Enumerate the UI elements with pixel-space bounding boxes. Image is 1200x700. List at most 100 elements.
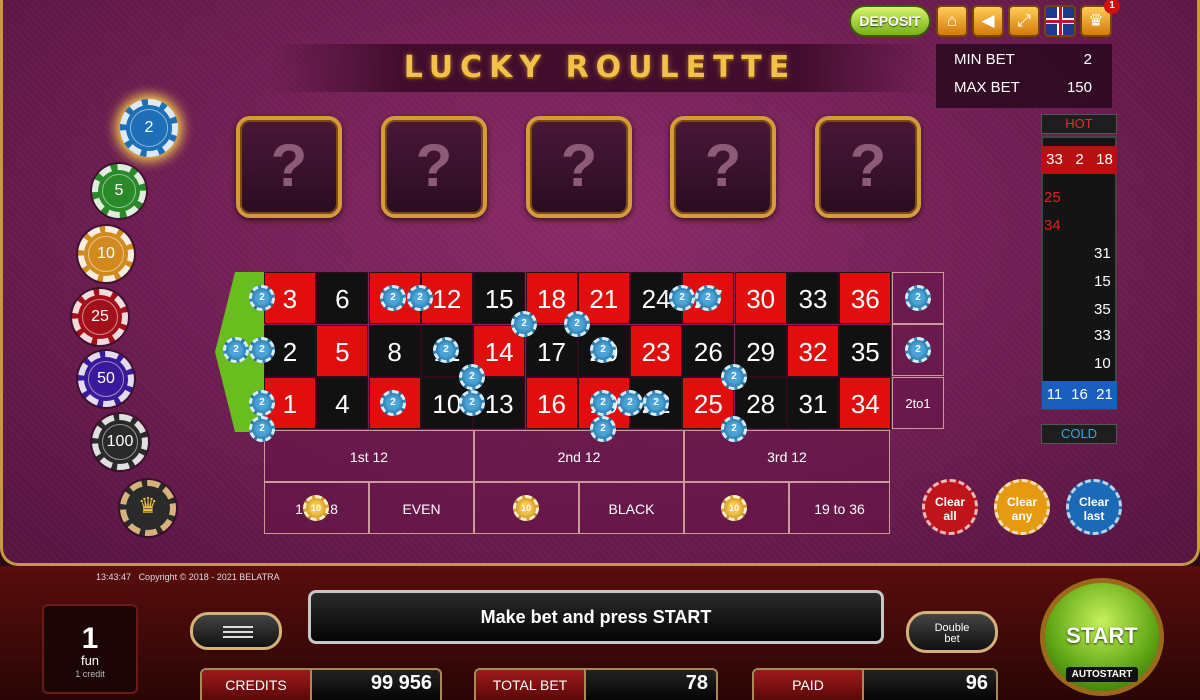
placed-chip: 2 <box>669 285 695 311</box>
cold-number: 21 <box>1092 381 1117 409</box>
deposit-button[interactable]: DEPOSIT <box>849 5 931 37</box>
number-cell-5[interactable]: 5 <box>316 324 369 377</box>
dozen-3rd[interactable]: 3rd 12 <box>684 430 890 482</box>
chip-50[interactable]: 50 <box>78 351 134 407</box>
max-bet-value: 150 <box>1066 79 1092 96</box>
mystery-box: ? <box>670 116 776 218</box>
clock: 13:43:47 <box>96 572 132 582</box>
placed-chip: 2 <box>721 364 747 390</box>
credit-mode: fun <box>80 653 100 668</box>
bet-even[interactable]: EVEN <box>369 482 474 534</box>
placed-chip: 2 <box>590 416 616 442</box>
placed-chip: 10 <box>513 495 539 521</box>
cold-number: 16 <box>1067 381 1092 409</box>
denomination-box[interactable]: 1 fun 1 credit <box>42 604 138 694</box>
mystery-box: ? <box>236 116 342 218</box>
bet-limits: MIN BET 2 MAX BET 150 <box>936 44 1112 108</box>
placed-chip: 2 <box>223 337 249 363</box>
bet-black[interactable]: BLACK <box>579 482 684 534</box>
placed-chip: 2 <box>695 285 721 311</box>
clear-any-button[interactable]: Clear any <box>994 479 1050 535</box>
placed-chip: 2 <box>380 390 406 416</box>
number-cell-35[interactable]: 35 <box>839 324 892 377</box>
number-cell-31[interactable]: 31 <box>787 377 839 430</box>
number-cell-30[interactable]: 30 <box>734 272 787 324</box>
home-icon[interactable]: ⌂ <box>936 5 968 37</box>
placed-chip: 2 <box>564 311 590 337</box>
chip-2[interactable]: 2 <box>120 99 178 157</box>
number-cell-23[interactable]: 23 <box>630 324 683 377</box>
chip-25[interactable]: 25 <box>72 289 128 345</box>
number-cell-32[interactable]: 32 <box>787 324 839 377</box>
footer-info: 13:43:47 Copyright © 2018 - 2021 BELATRA <box>96 572 280 582</box>
number-cell-16[interactable]: 16 <box>525 377 578 430</box>
placed-chip: 2 <box>407 285 433 311</box>
number-cell-6[interactable]: 6 <box>316 272 369 324</box>
game-title: LUCKY ROULETTE <box>403 50 797 85</box>
min-bet-label: MIN BET <box>954 51 1015 68</box>
column-bet-bottom[interactable]: 2to1 <box>892 377 944 429</box>
placed-chip: 2 <box>721 416 747 442</box>
mystery-box: ? <box>815 116 921 218</box>
dozen-1st[interactable]: 1st 12 <box>264 430 474 482</box>
number-cell-8[interactable]: 8 <box>368 324 421 377</box>
start-button[interactable]: START AUTOSTART <box>1040 578 1164 696</box>
total-bet-value: 78 <box>685 672 708 694</box>
placed-chip: 2 <box>590 390 616 416</box>
placed-chip: 2 <box>459 390 485 416</box>
clear-all-button[interactable]: Clear all <box>922 479 978 535</box>
dozen-2nd[interactable]: 2nd 12 <box>474 430 684 482</box>
placed-chip: 2 <box>590 337 616 363</box>
number-cell-36[interactable]: 36 <box>839 272 892 324</box>
placed-chip: 2 <box>380 285 406 311</box>
status-message: Make bet and press START <box>308 590 884 644</box>
placed-chip: 2 <box>249 285 275 311</box>
sound-icon[interactable]: ◀ <box>972 5 1004 37</box>
hot-number: 2 <box>1067 146 1092 174</box>
hot-label: HOT <box>1041 114 1117 134</box>
number-cell-33[interactable]: 33 <box>787 272 839 324</box>
credit-note: 1 credit <box>75 669 105 679</box>
history-number: 33 <box>1094 327 1111 344</box>
mystery-box: ? <box>381 116 487 218</box>
placed-chip: 2 <box>511 311 537 337</box>
uk-flag-icon[interactable] <box>1044 5 1076 37</box>
number-cell-4[interactable]: 4 <box>316 377 369 430</box>
paid-meter: PAID 96 <box>752 668 998 700</box>
history-number: 35 <box>1094 301 1111 318</box>
placed-chip: 2 <box>249 416 275 442</box>
menu-button[interactable] <box>190 612 282 650</box>
mystery-box: ? <box>526 116 632 218</box>
history-number: 15 <box>1094 273 1111 290</box>
crown-chip-icon[interactable]: ♛ <box>120 480 176 536</box>
credits-value: 99 956 <box>370 672 432 694</box>
number-cell-34[interactable]: 34 <box>839 377 892 430</box>
hot-number: 33 <box>1042 146 1067 174</box>
credits-meter: CREDITS 99 956 <box>200 668 442 700</box>
clear-last-button[interactable]: Clear last <box>1066 479 1122 535</box>
cold-label: COLD <box>1041 424 1117 444</box>
history-number: 34 <box>1044 217 1061 234</box>
placed-chip: 10 <box>303 495 329 521</box>
placed-chip: 2 <box>433 337 459 363</box>
copyright: Copyright © 2018 - 2021 BELATRA <box>138 572 280 582</box>
history-number: 10 <box>1094 355 1111 372</box>
total-bet-meter: TOTAL BET 78 <box>474 668 718 700</box>
placed-chip: 2 <box>643 390 669 416</box>
placed-chip: 2 <box>249 337 275 363</box>
hot-number: 18 <box>1092 146 1117 174</box>
min-bet-value: 2 <box>1083 51 1092 68</box>
bet-19-to-36[interactable]: 19 to 36 <box>789 482 890 534</box>
chip-100[interactable]: 100 <box>92 414 148 470</box>
credit-value: 1 <box>81 622 99 655</box>
chip-10[interactable]: 10 <box>78 226 134 282</box>
fullscreen-icon[interactable]: ⤢ <box>1008 5 1040 37</box>
chip-5[interactable]: 5 <box>92 164 146 218</box>
placed-chip: 2 <box>905 285 931 311</box>
placed-chip: 2 <box>905 337 931 363</box>
placed-chip: 2 <box>249 390 275 416</box>
paid-value: 96 <box>965 672 988 694</box>
autostart-button[interactable]: AUTOSTART <box>1065 667 1139 682</box>
double-bet-button[interactable]: Double bet <box>906 611 998 653</box>
history-number: 31 <box>1094 245 1111 262</box>
